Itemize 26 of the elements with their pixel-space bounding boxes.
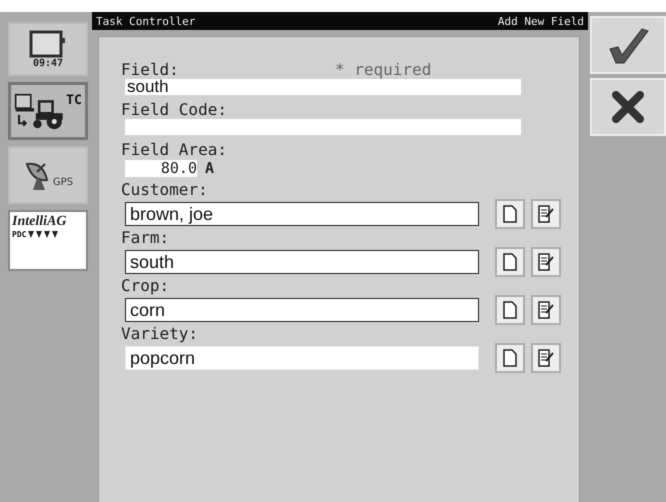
gps-key[interactable]: GPS xyxy=(8,146,88,204)
field-label: Field: xyxy=(121,61,180,79)
field-label: Crop: xyxy=(121,277,170,295)
screen-title: Add New Field xyxy=(498,14,584,28)
tc-label: TC xyxy=(66,92,82,108)
field-label: Customer: xyxy=(121,181,209,199)
field-label: Variety: xyxy=(121,325,200,343)
input-field[interactable]: popcorn xyxy=(125,346,479,370)
field-label: Field Area: xyxy=(121,141,228,159)
gps-label: GPS xyxy=(52,176,74,188)
input-field[interactable]: south xyxy=(125,250,479,274)
area-unit: A xyxy=(205,159,214,177)
task-controller-key[interactable]: TC xyxy=(8,82,88,140)
input-field[interactable]: corn xyxy=(125,298,479,322)
brand-sublabel: PDC xyxy=(12,230,26,239)
clock-key[interactable]: 09:47 xyxy=(8,22,88,76)
required-note: * required xyxy=(335,61,432,79)
brand-name: IntelliAG xyxy=(12,214,66,230)
field-label: Field Code: xyxy=(121,101,228,119)
app-title: Task Controller xyxy=(96,14,196,28)
input-field[interactable]: south xyxy=(125,79,521,95)
input-field[interactable]: brown, joe xyxy=(125,202,479,226)
field-label: Farm: xyxy=(121,229,170,247)
area-field[interactable]: 80.0 xyxy=(125,160,197,176)
intelliag-key[interactable]: IntelliAG PDC xyxy=(8,210,88,271)
clock-time: 09:47 xyxy=(32,58,64,68)
